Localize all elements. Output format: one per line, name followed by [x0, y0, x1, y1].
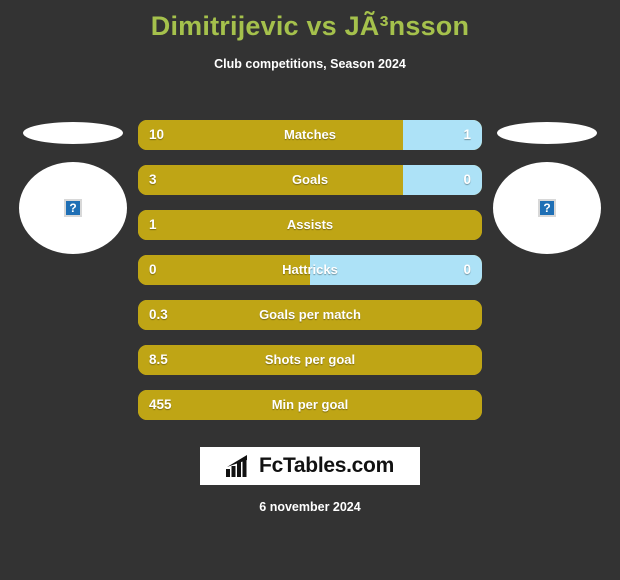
stat-bar-list: 10 Matches 1 3 Goals 0 1 Assists 0 Hattricks 0 0.3 G…: [138, 120, 482, 435]
broken-image-icon: ?: [64, 199, 82, 217]
page-title: Dimitrijevic vs JÃ³nsson: [150, 11, 470, 41]
stat-label: Hattricks: [282, 262, 338, 277]
stat-label: Shots per goal: [264, 352, 356, 367]
stat-label: Assists: [286, 217, 334, 232]
stat-label: Min per goal: [271, 397, 349, 412]
page-subtitle: Club competitions, Season 2024: [214, 57, 406, 72]
flag-placeholder-icon: [497, 122, 597, 144]
stat-label: Matches: [283, 127, 337, 142]
stat-bar-row: 8.5 Shots per goal: [138, 345, 482, 375]
stat-bar-row: 10 Matches 1: [138, 120, 482, 150]
stat-bar-row: 1 Assists: [138, 210, 482, 240]
stat-label: Goals per match: [259, 307, 361, 322]
avatar: ?: [19, 162, 127, 254]
comparison-area: ? ? 10 Matches 1 3 Goals 0 1 Assists 0 Hattricks 0…: [0, 112, 620, 432]
fctables-logo[interactable]: FcTables.com: [200, 447, 420, 485]
stat-bar-row: 0.3 Goals per match: [138, 300, 482, 330]
stat-label: Goals: [291, 172, 329, 187]
player-left-panel: ?: [8, 112, 138, 292]
stat-bar-row: 455 Min per goal: [138, 390, 482, 420]
bar-chart-arrow-icon: [226, 455, 248, 477]
stat-bar-row: 0 Hattricks 0: [138, 255, 482, 285]
avatar: ?: [493, 162, 601, 254]
logo-text: FcTables.com: [259, 454, 394, 477]
stat-value-right: 1: [463, 127, 471, 142]
player-right-panel: ?: [482, 112, 612, 292]
broken-image-icon: ?: [538, 199, 556, 217]
footer-date: 6 november 2024: [259, 500, 361, 514]
flag-placeholder-icon: [23, 122, 123, 144]
stat-value-right: 0: [463, 262, 471, 277]
stat-bar-row: 3 Goals 0: [138, 165, 482, 195]
stat-value-right: 0: [463, 172, 471, 187]
